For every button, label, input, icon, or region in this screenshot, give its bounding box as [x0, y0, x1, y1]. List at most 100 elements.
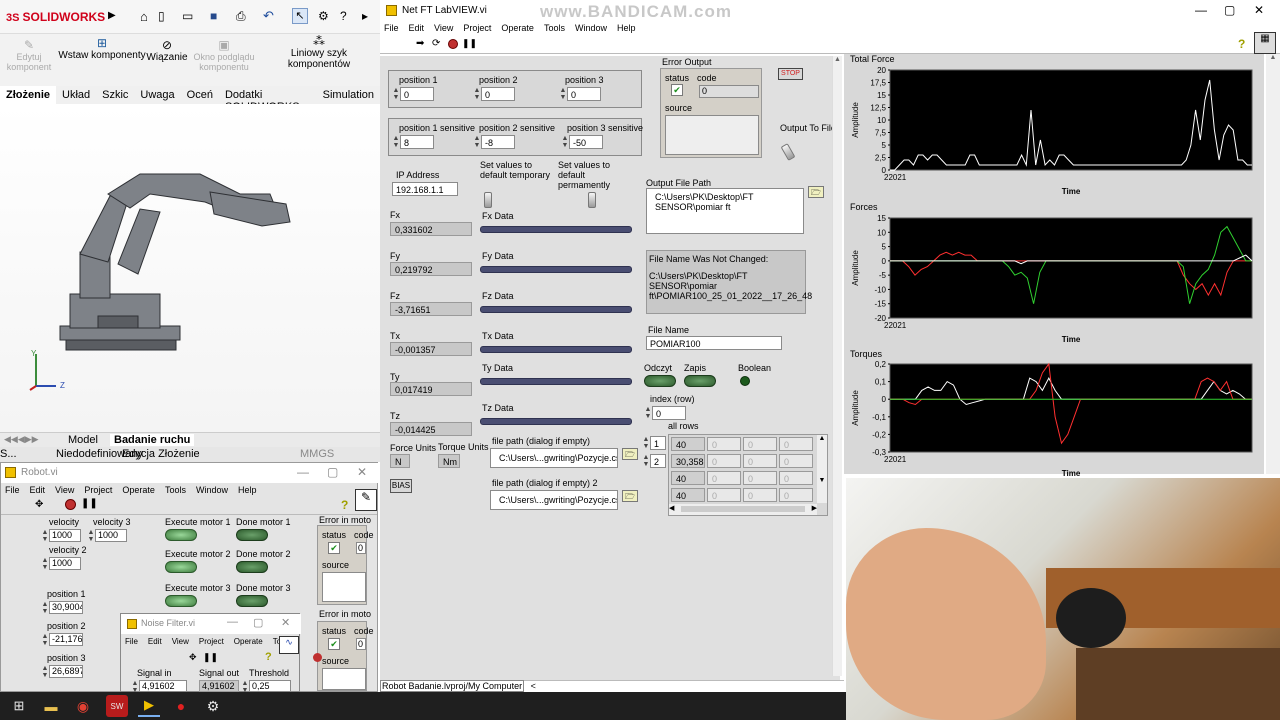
graphics-area[interactable]: Y Z — [0, 104, 380, 432]
exec1-button[interactable] — [165, 529, 197, 541]
fp1-field[interactable]: C:\Users\...gwriting\Pozycje.csv — [490, 448, 618, 468]
ip-field[interactable]: 192.168.1.1 — [392, 182, 458, 196]
all-rows-table[interactable]: 40 0 0 0 30,3588 0 0 0 40 0 0 0 40 0 0 0… — [668, 434, 828, 516]
array-idx1-spinner[interactable]: ▲ ▼ — [642, 436, 650, 450]
array-idx1-field[interactable]: 1 — [650, 436, 666, 450]
tab-nav-arrows[interactable]: ◀◀◀▶▶ — [4, 434, 39, 445]
fp1-browse-icon[interactable]: 🗁 — [622, 448, 638, 460]
front-panel-vscroll[interactable]: ▲ — [832, 56, 842, 676]
velocity3-field[interactable]: 1000 — [95, 529, 127, 542]
set-temp-switch[interactable] — [484, 192, 492, 208]
set-perm-switch[interactable] — [588, 192, 596, 208]
pos1-field[interactable]: 0 — [400, 87, 434, 101]
velocity1-spinner[interactable]: ▲ ▼ — [41, 529, 49, 543]
minimize-icon[interactable]: — — [297, 465, 309, 479]
pause-icon[interactable]: ❚❚ — [462, 38, 477, 49]
close-icon[interactable]: ✕ — [281, 616, 290, 629]
signal-in-spinner[interactable]: ▲ ▼ — [131, 680, 139, 694]
velocity2-spinner[interactable]: ▲ ▼ — [41, 557, 49, 571]
file-name-field[interactable]: POMIAR100 — [646, 336, 782, 350]
velocity2-field[interactable]: 1000 — [49, 557, 81, 570]
maximize-icon[interactable]: ▢ — [253, 616, 263, 629]
position3-spinner[interactable]: ▲ ▼ — [41, 665, 49, 679]
graphs-vscroll[interactable]: ▲ — [1266, 54, 1280, 474]
tab-addins[interactable]: Dodatki SOLIDWORKS — [219, 86, 317, 113]
output-to-file-switch[interactable] — [780, 143, 796, 161]
pos3-spinner[interactable]: ▲ ▼ — [559, 87, 567, 101]
maximize-icon[interactable]: ▢ — [327, 465, 338, 479]
mate-button[interactable]: ⊘ Wiązanie — [146, 38, 188, 63]
exec3-button[interactable] — [165, 595, 197, 607]
exec2-button[interactable] — [165, 561, 197, 573]
run-arrow-icon[interactable]: ➡ — [416, 38, 424, 49]
pos2-spinner[interactable]: ▲ ▼ — [473, 87, 481, 101]
position2-spinner[interactable]: ▲ ▼ — [41, 633, 49, 647]
position2-field[interactable]: -21,1768 — [49, 633, 83, 646]
tab-motion-study[interactable]: Badanie ruchu — [110, 434, 195, 446]
edit-component-button[interactable]: ✎ Edytuj komponent — [4, 38, 54, 72]
close-icon[interactable]: ✕ — [1254, 3, 1264, 17]
position3-field[interactable]: 26,6897 — [49, 665, 83, 678]
position1-spinner[interactable]: ▲ ▼ — [41, 601, 49, 615]
array-idx2-field[interactable]: 2 — [650, 454, 666, 468]
menu-file[interactable]: File — [384, 23, 399, 33]
threshold-spinner[interactable]: ▲ ▼ — [241, 680, 249, 694]
signal-in-field[interactable]: 4,91602 — [139, 680, 187, 692]
print-icon[interactable]: ⎙ — [236, 9, 246, 24]
project-path[interactable]: Robot Badanie.lvproj/My Computer — [380, 680, 525, 692]
table-hscroll[interactable]: ◀ ▶ — [669, 504, 817, 515]
index-field[interactable]: 0 — [652, 406, 686, 420]
fp2-field[interactable]: C:\Users\...gwriting\Pozycje.csv — [490, 490, 618, 510]
menu-project[interactable]: Project — [463, 23, 491, 33]
pos1-spinner[interactable]: ▲ ▼ — [392, 87, 400, 101]
expand-arrow-icon[interactable]: ▶ — [108, 10, 116, 21]
minimize-icon[interactable]: — — [1195, 3, 1207, 17]
bias-button[interactable]: BIAS — [390, 479, 412, 493]
abort-icon[interactable] — [65, 499, 76, 510]
run-arrow-icon[interactable]: ✥ — [35, 499, 43, 510]
menu-project[interactable]: Project — [84, 485, 112, 495]
menu-window[interactable]: Window — [196, 485, 228, 495]
menu-operate[interactable]: Operate — [234, 637, 263, 646]
help-question-icon[interactable]: ? — [341, 498, 348, 512]
menu-edit[interactable]: Edit — [148, 637, 162, 646]
index-spinner[interactable]: ▲ ▼ — [644, 406, 652, 420]
save-icon[interactable]: ■ — [210, 9, 217, 23]
component-preview-button[interactable]: ▣ Okno podglądu komponentu — [190, 38, 258, 72]
menu-file[interactable]: File — [5, 485, 20, 495]
zapis-button[interactable] — [684, 375, 716, 387]
stop-button[interactable]: STOP — [778, 68, 803, 80]
tab-model[interactable]: Model — [68, 434, 98, 446]
fp2-browse-icon[interactable]: 🗁 — [622, 490, 638, 502]
linear-pattern-button[interactable]: ⁂ Liniowy szyk komponentów — [260, 34, 378, 70]
windows-start-icon[interactable]: ⊞ — [8, 695, 30, 717]
output-path-browse-icon[interactable]: 🗁 — [808, 186, 824, 198]
help-question-icon[interactable]: ? — [1238, 37, 1245, 51]
menu-operate[interactable]: Operate — [122, 485, 155, 495]
settings-gear-icon[interactable]: ⚙ — [202, 695, 224, 717]
file-explorer-icon[interactable]: ▬ — [40, 695, 62, 717]
help-question-icon[interactable]: ? — [265, 651, 272, 663]
menu-view[interactable]: View — [55, 485, 74, 495]
close-icon[interactable]: ✕ — [357, 465, 367, 479]
tab-sketch[interactable]: Szkic — [96, 86, 134, 105]
minimize-icon[interactable]: — — [227, 616, 238, 628]
threshold-field[interactable]: 0,25 — [249, 680, 291, 692]
home-icon[interactable]: ⌂ — [140, 9, 148, 24]
pos3s-spinner[interactable]: ▲ ▼ — [561, 135, 569, 149]
chrome-icon[interactable]: ◉ — [72, 695, 94, 717]
open-icon[interactable]: ▭ — [182, 9, 193, 23]
tab-layout[interactable]: Układ — [56, 86, 96, 105]
array-idx2-spinner[interactable]: ▲ ▼ — [642, 454, 650, 468]
tab-markup[interactable]: Uwaga — [134, 86, 180, 105]
menu-view[interactable]: View — [172, 637, 189, 646]
new-document-icon[interactable]: ▯ — [158, 9, 165, 23]
velocity1-field[interactable]: 1000 — [49, 529, 81, 542]
run-continuously-icon[interactable]: ⟳ — [432, 38, 440, 49]
tab-evaluate[interactable]: Oceń — [181, 86, 219, 105]
run-arrow-icon[interactable]: ✥ — [189, 652, 197, 663]
menu-tools[interactable]: Tools — [165, 485, 186, 495]
insert-components-button[interactable]: ⊞ Wstaw komponenty — [58, 36, 146, 61]
undo-icon[interactable]: ↶ — [263, 8, 274, 24]
rebuild-icon[interactable]: ⚙ — [318, 9, 329, 23]
